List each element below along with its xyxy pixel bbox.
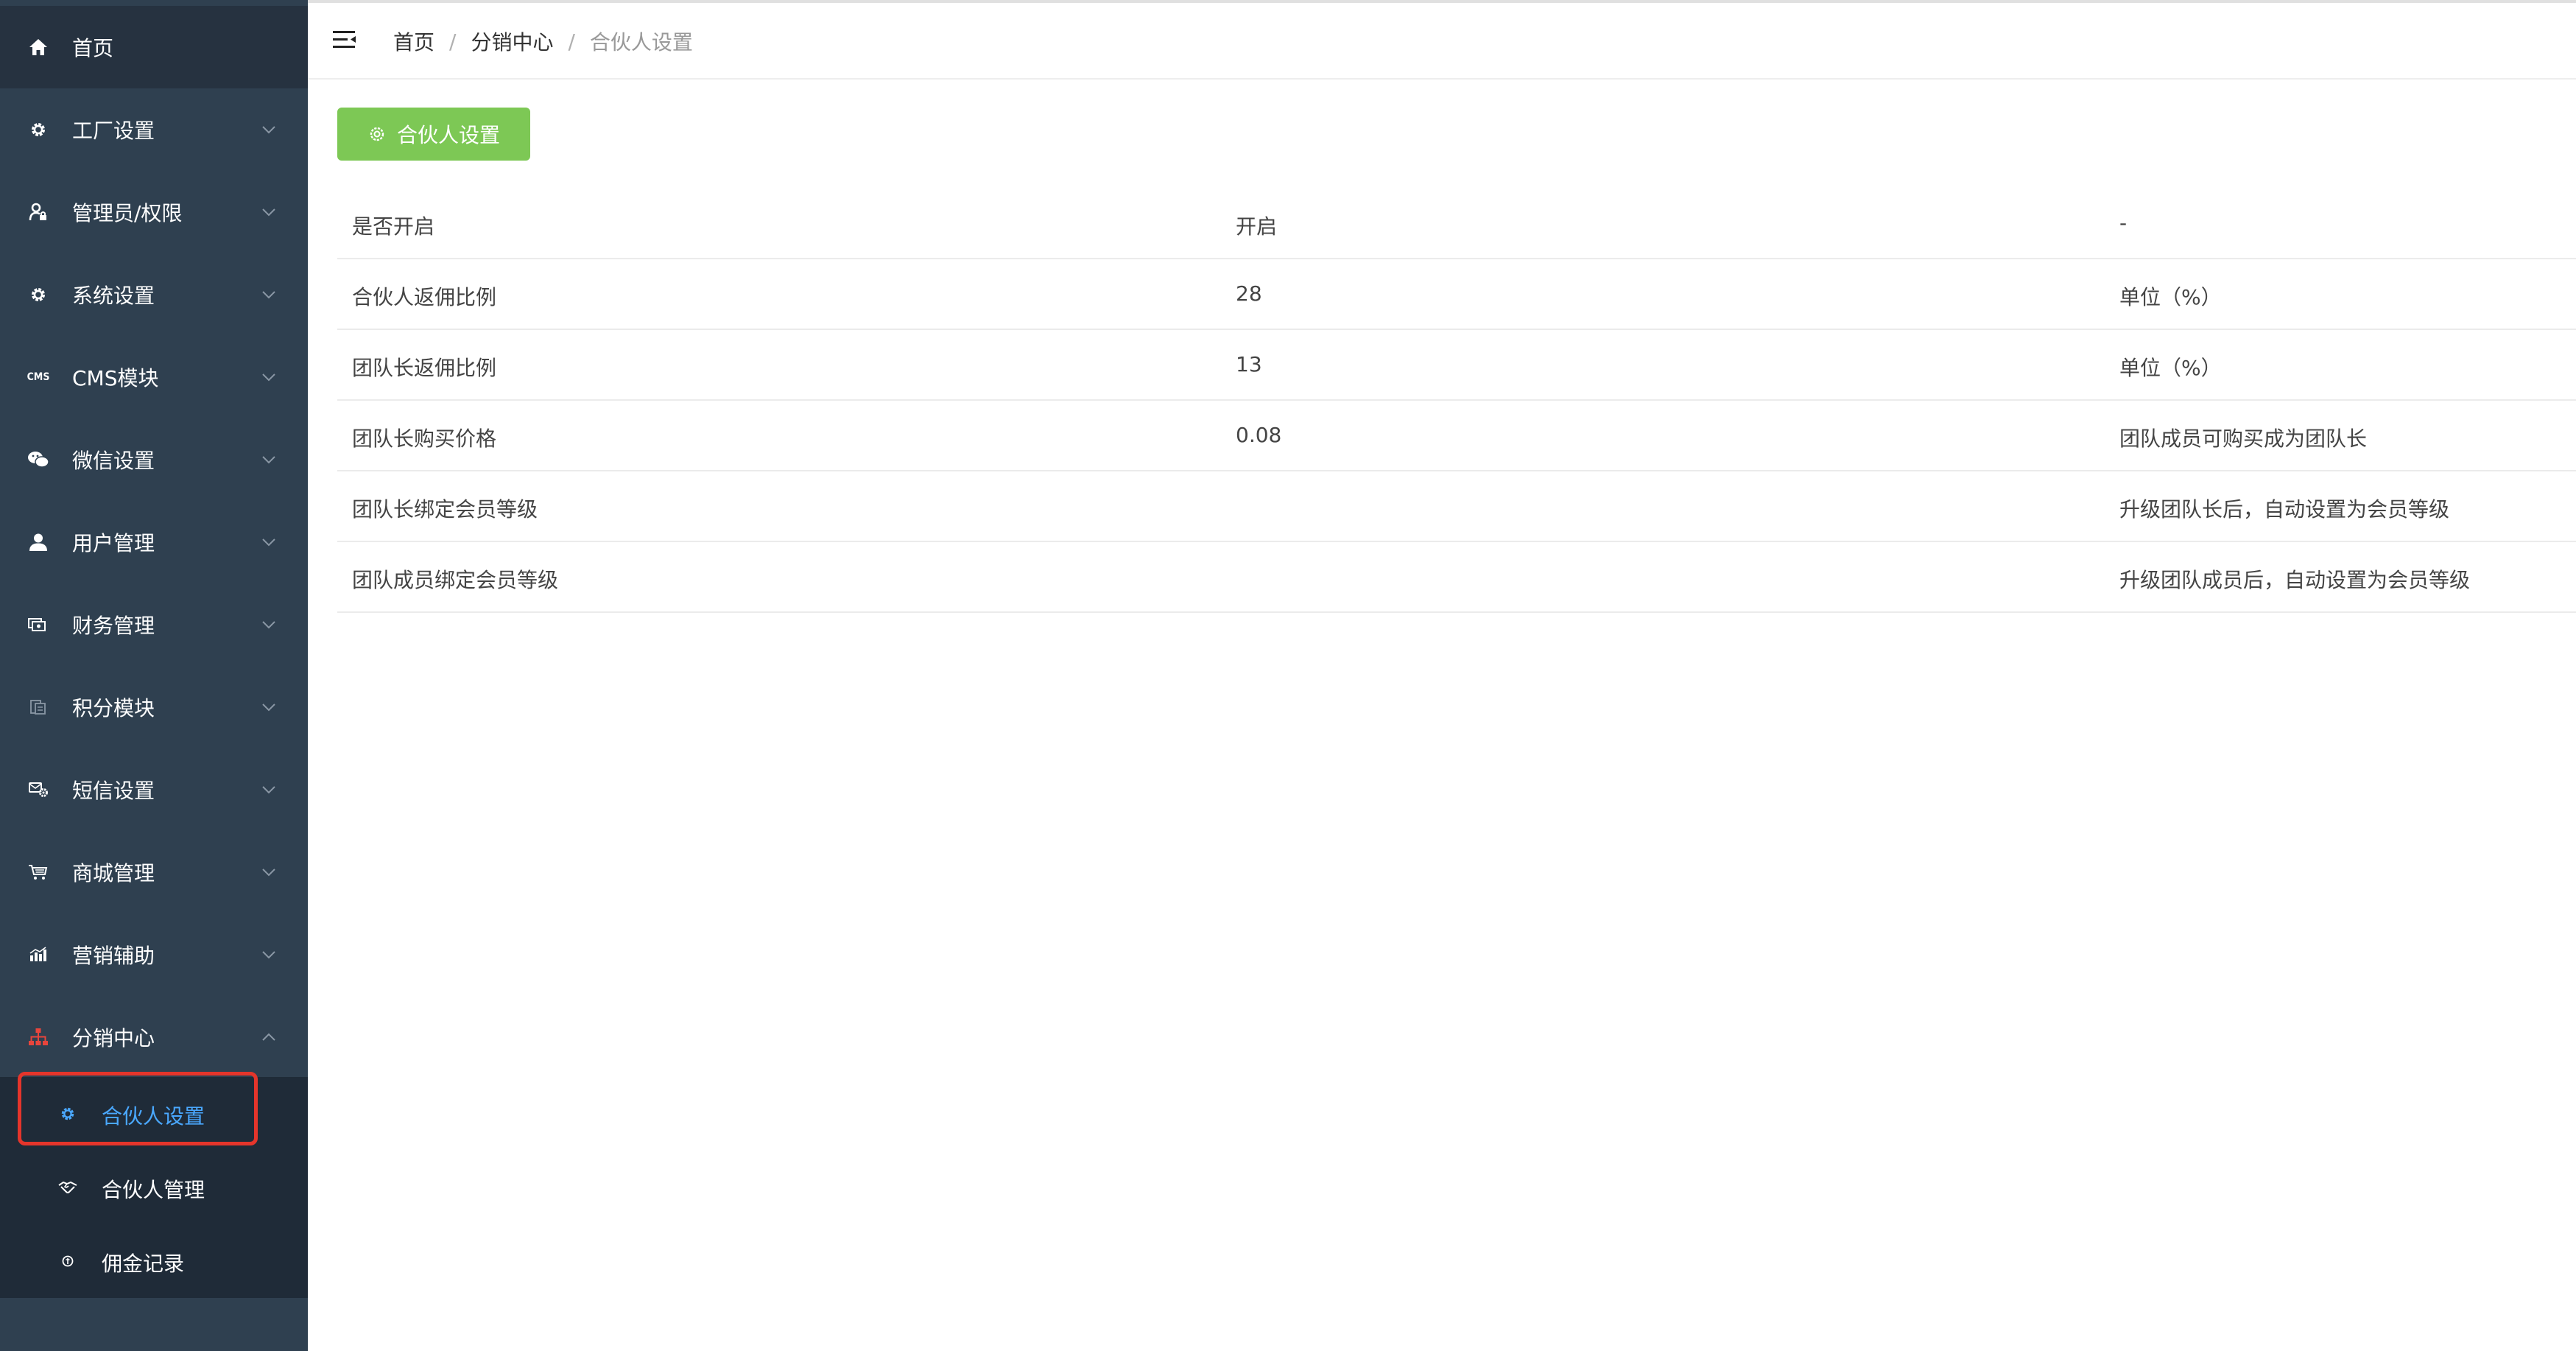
submenu-item-label: 合伙人设置 [102,1104,205,1129]
sidebar-item-label: 系统设置 [72,284,155,308]
sidebar-item-cms-module[interactable]: CMS CMS模块 [0,336,308,418]
setting-name: 团队成员绑定会员等级 [352,568,559,592]
sms-settings-icon [27,778,50,801]
gear-icon [367,124,387,144]
sidebar-item-label: 商城管理 [72,861,155,885]
partner-settings-button[interactable]: 合伙人设置 [337,108,530,161]
partner-settings-button-label: 合伙人设置 [396,123,500,147]
chevron-down-icon [261,864,277,880]
sidebar-item-sms-settings[interactable]: 短信设置 [0,748,308,831]
setting-name: 是否开启 [352,214,435,239]
setting-name: 团队长返佣比例 [352,356,497,380]
sidebar-item-label: 微信设置 [72,449,155,473]
sidebar-item-label: 财务管理 [72,614,155,638]
setting-name: 合伙人返佣比例 [352,285,497,309]
sidebar-toggle-button[interactable] [331,28,358,52]
points-icon [27,695,50,719]
breadcrumb-current: 合伙人设置 [589,30,693,55]
wechat-icon [27,448,50,471]
setting-note: 单位（%） [2119,285,2222,309]
sidebar-item-label: 工厂设置 [72,119,155,143]
chevron-down-icon [261,369,277,385]
sidebar: 首页 工厂设置 管理员/权限 系统设置 CMS CMS模块 微信设置 用户管理 … [0,0,308,1351]
setting-name: 团队长绑定会员等级 [352,497,538,522]
money-icon [27,613,50,636]
sidebar-item-label: 营销辅助 [72,944,155,968]
chevron-down-icon [261,947,277,963]
sidebar-item-label: 分销中心 [72,1026,155,1050]
sidebar-item-label: 用户管理 [72,531,155,555]
sidebar-item-marketing-assist[interactable]: 营销辅助 [0,913,308,996]
table-row: 合伙人返佣比例 28 单位（%） [337,259,2576,330]
setting-name: 团队长购买价格 [352,427,497,451]
breadcrumb: 首页 / 分销中心 / 合伙人设置 [393,27,693,56]
setting-value: 13 [1236,352,1262,376]
sidebar-item-label: CMS模块 [72,366,159,390]
setting-note: - [2119,211,2128,235]
sidebar-item-finance-management[interactable]: 财务管理 [0,583,308,666]
setting-value: 开启 [1236,214,1278,239]
submenu-item-label: 佣金记录 [102,1252,185,1276]
sidebar-item-mall-management[interactable]: 商城管理 [0,831,308,913]
sidebar-item-system-settings[interactable]: 系统设置 [0,253,308,336]
sidebar-footer [0,1298,308,1351]
breadcrumb-home[interactable]: 首页 [393,27,434,56]
chevron-down-icon [261,204,277,220]
home-icon [27,35,50,59]
handshake-icon [57,1177,78,1198]
setting-note: 团队成员可购买成为团队长 [2119,427,2368,451]
table-row: 是否开启 开启 - [337,189,2576,259]
chart-icon [27,943,50,966]
chevron-down-icon [261,699,277,715]
chevron-down-icon [261,287,277,303]
setting-value: 0.08 [1236,423,1282,447]
coin-icon [57,1251,78,1271]
sidebar-item-label: 首页 [72,36,114,60]
gear-icon [57,1103,78,1124]
sidebar-item-wechat-settings[interactable]: 微信设置 [0,418,308,501]
sidebar-item-admin-permissions[interactable]: 管理员/权限 [0,171,308,253]
setting-note: 升级团队长后，自动设置为会员等级 [2119,497,2450,522]
sidebar-item-distribution-center[interactable]: 分销中心 [0,996,308,1078]
table-row: 团队长购买价格 0.08 团队成员可购买成为团队长 [337,401,2576,471]
table-row: 团队成员绑定会员等级 升级团队成员后，自动设置为会员等级 [337,542,2576,613]
cart-icon [27,860,50,884]
sidebar-item-label: 积分模块 [72,696,155,720]
table-row: 团队长返佣比例 13 单位（%） [337,330,2576,401]
sidebar-item-points-module[interactable]: 积分模块 [0,666,308,748]
setting-note: 升级团队成员后，自动设置为会员等级 [2119,568,2471,592]
chevron-down-icon [261,617,277,633]
sitemap-icon [27,1025,50,1049]
chevron-down-icon [261,534,277,550]
breadcrumb-separator: / [449,29,457,54]
cms-icon: CMS [27,371,50,383]
gear-icon [27,118,50,141]
submenu-item-label: 合伙人管理 [102,1178,205,1202]
submenu-item-partner-settings[interactable]: 合伙人设置 [0,1077,308,1151]
chevron-down-icon [261,782,277,798]
sidebar-item-label: 短信设置 [72,779,155,803]
chevron-down-icon [261,122,277,138]
gear-icon [27,283,50,306]
sidebar-item-factory-settings[interactable]: 工厂设置 [0,88,308,171]
sidebar-item-label: 管理员/权限 [72,201,183,225]
submenu-item-partner-management[interactable]: 合伙人管理 [0,1151,308,1224]
sidebar-item-user-management[interactable]: 用户管理 [0,501,308,583]
setting-value: 28 [1236,281,1262,306]
app-root: 首页 工厂设置 管理员/权限 系统设置 CMS CMS模块 微信设置 用户管理 … [0,0,2576,1351]
chevron-up-icon [261,1029,277,1045]
distribution-submenu: 合伙人设置 合伙人管理 佣金记录 [0,1077,308,1298]
breadcrumb-distribution-center[interactable]: 分销中心 [471,27,553,56]
chevron-down-icon [261,452,277,468]
settings-table: 是否开启 开启 - 合伙人返佣比例 28 单位（%） 团队长返佣比例 13 单位… [337,189,2576,613]
sidebar-item-home[interactable]: 首页 [0,6,308,88]
submenu-item-commission-records[interactable]: 佣金记录 [0,1224,308,1298]
breadcrumb-separator: / [568,29,575,54]
setting-note: 单位（%） [2119,356,2222,380]
user-lock-icon [27,200,50,224]
table-row: 团队长绑定会员等级 升级团队长后，自动设置为会员等级 [337,471,2576,542]
user-icon [27,530,50,554]
